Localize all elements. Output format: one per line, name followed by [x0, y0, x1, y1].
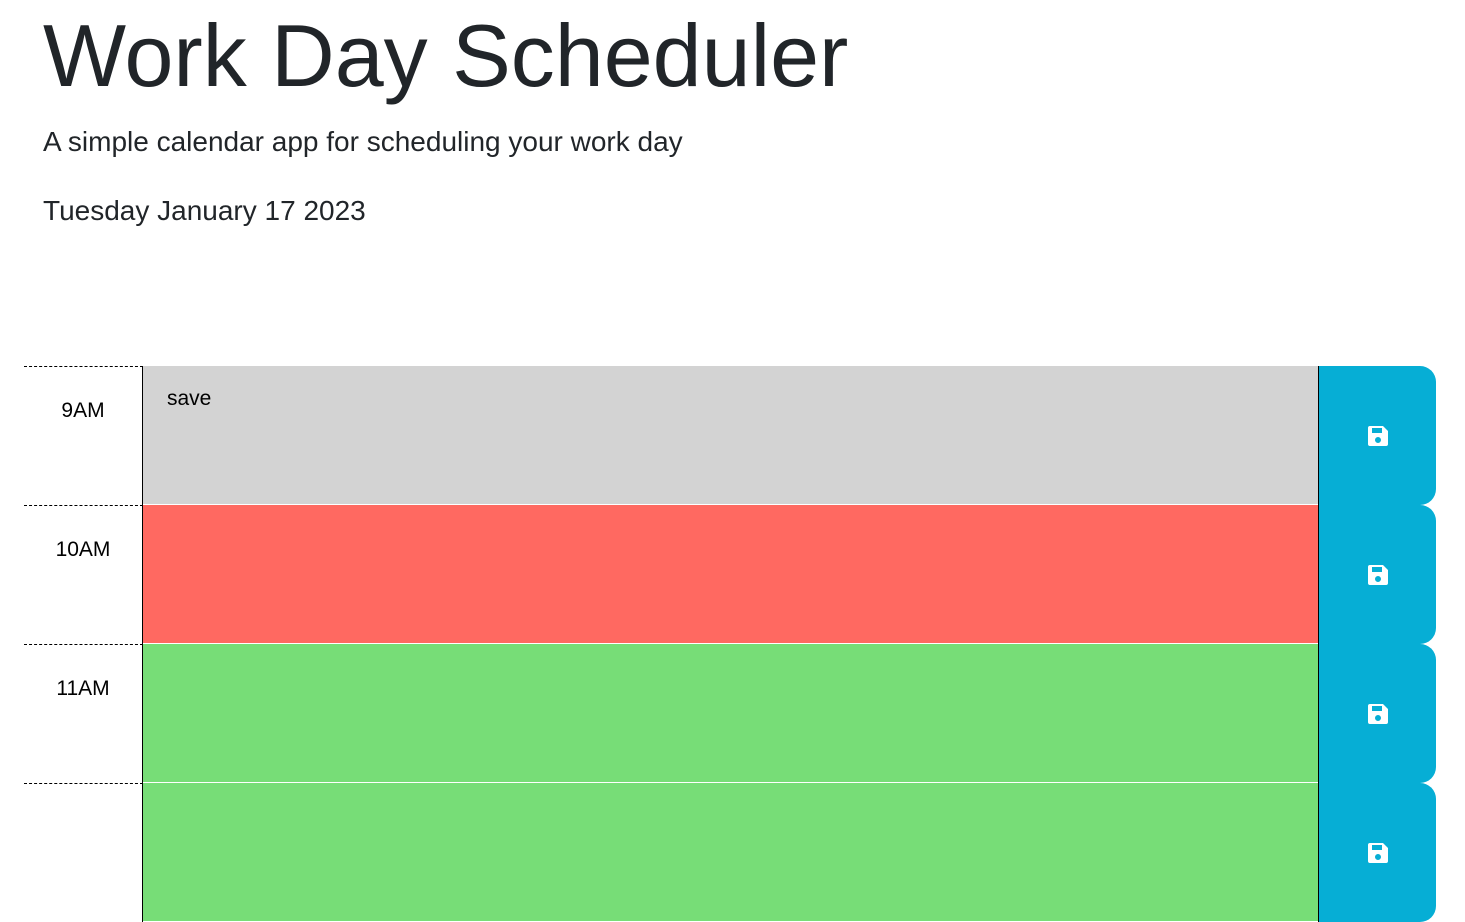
floppy-disk-icon — [1367, 425, 1388, 446]
save-button[interactable] — [1318, 366, 1436, 505]
description-area — [143, 505, 1318, 644]
description-area: save — [143, 366, 1318, 505]
description-area — [143, 783, 1318, 922]
time-block-list: 9AM save 10AM 11AM — [24, 366, 1436, 922]
page-title: Work Day Scheduler — [43, 6, 849, 105]
page-subtitle: A simple calendar app for scheduling you… — [43, 126, 683, 157]
description-area — [143, 644, 1318, 783]
hour-label — [24, 783, 143, 922]
description-input[interactable] — [143, 783, 1318, 922]
floppy-disk-icon — [1367, 564, 1388, 585]
current-date: Tuesday January 17 2023 — [43, 195, 366, 226]
save-button[interactable] — [1318, 783, 1436, 922]
hour-label: 10AM — [24, 505, 143, 644]
description-input[interactable]: save — [143, 366, 1318, 505]
time-block-row: 11AM — [24, 644, 1436, 783]
floppy-disk-icon — [1367, 842, 1388, 863]
time-block-row — [24, 783, 1436, 922]
hour-label: 11AM — [24, 644, 143, 783]
description-input[interactable] — [143, 505, 1318, 644]
time-block-row: 10AM — [24, 505, 1436, 644]
save-button[interactable] — [1318, 505, 1436, 644]
save-button[interactable] — [1318, 644, 1436, 783]
description-input[interactable] — [143, 644, 1318, 783]
time-block-row: 9AM save — [24, 366, 1436, 505]
floppy-disk-icon — [1367, 703, 1388, 724]
hour-label: 9AM — [24, 366, 143, 505]
